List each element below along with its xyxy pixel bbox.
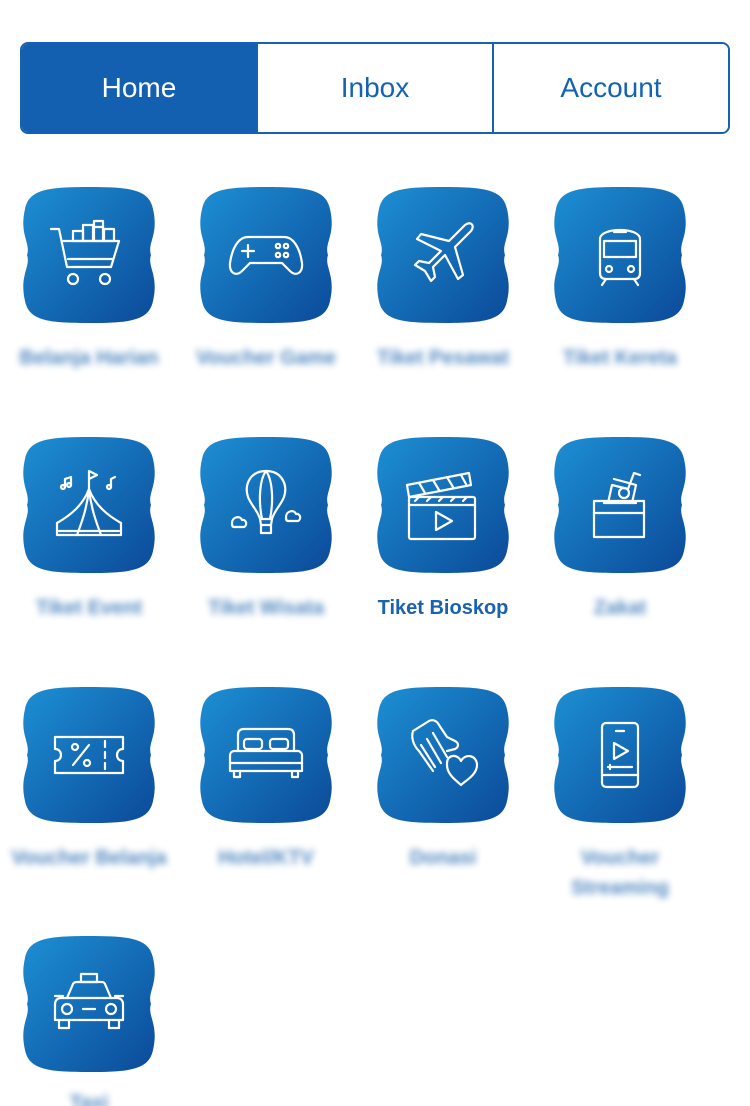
menu-label: Hotel/KTV bbox=[218, 847, 314, 869]
menu-label: Tiket Bioskop bbox=[377, 597, 509, 619]
charity-hand-heart-icon bbox=[411, 719, 479, 787]
menu-label: Tiket Wisata bbox=[207, 597, 325, 619]
menu-label: Tiket Kereta bbox=[562, 347, 678, 369]
gamepad-icon bbox=[228, 235, 304, 275]
menu-label: Tiket Event bbox=[35, 597, 143, 619]
clapperboard-icon bbox=[405, 471, 477, 541]
menu-grid: Belanja Harian Voucher Game Tiket Pesawa… bbox=[0, 0, 750, 1106]
menu-label: Voucher Game bbox=[196, 347, 336, 369]
menu-label: Tiket Pesawat bbox=[377, 347, 509, 369]
mobile-streaming-icon bbox=[600, 721, 640, 789]
menu-label: Zakat bbox=[593, 597, 647, 619]
menu-label: Taxi bbox=[69, 1092, 109, 1106]
bed-icon bbox=[228, 727, 304, 779]
discount-ticket-icon bbox=[53, 735, 125, 775]
hot-air-balloon-icon bbox=[230, 469, 302, 535]
menu-label: Belanja Harian bbox=[19, 347, 159, 369]
taxi-icon bbox=[53, 972, 125, 1030]
donation-box-icon bbox=[592, 471, 646, 539]
airplane-icon bbox=[413, 222, 474, 283]
menu-label: Voucher Belanja bbox=[11, 847, 167, 869]
event-tent-icon bbox=[55, 469, 123, 537]
train-icon bbox=[598, 228, 642, 287]
shopping-cart-icon bbox=[49, 219, 121, 286]
menu-label: Voucher Streaming bbox=[571, 847, 669, 899]
menu-label: Donasi bbox=[409, 847, 477, 869]
